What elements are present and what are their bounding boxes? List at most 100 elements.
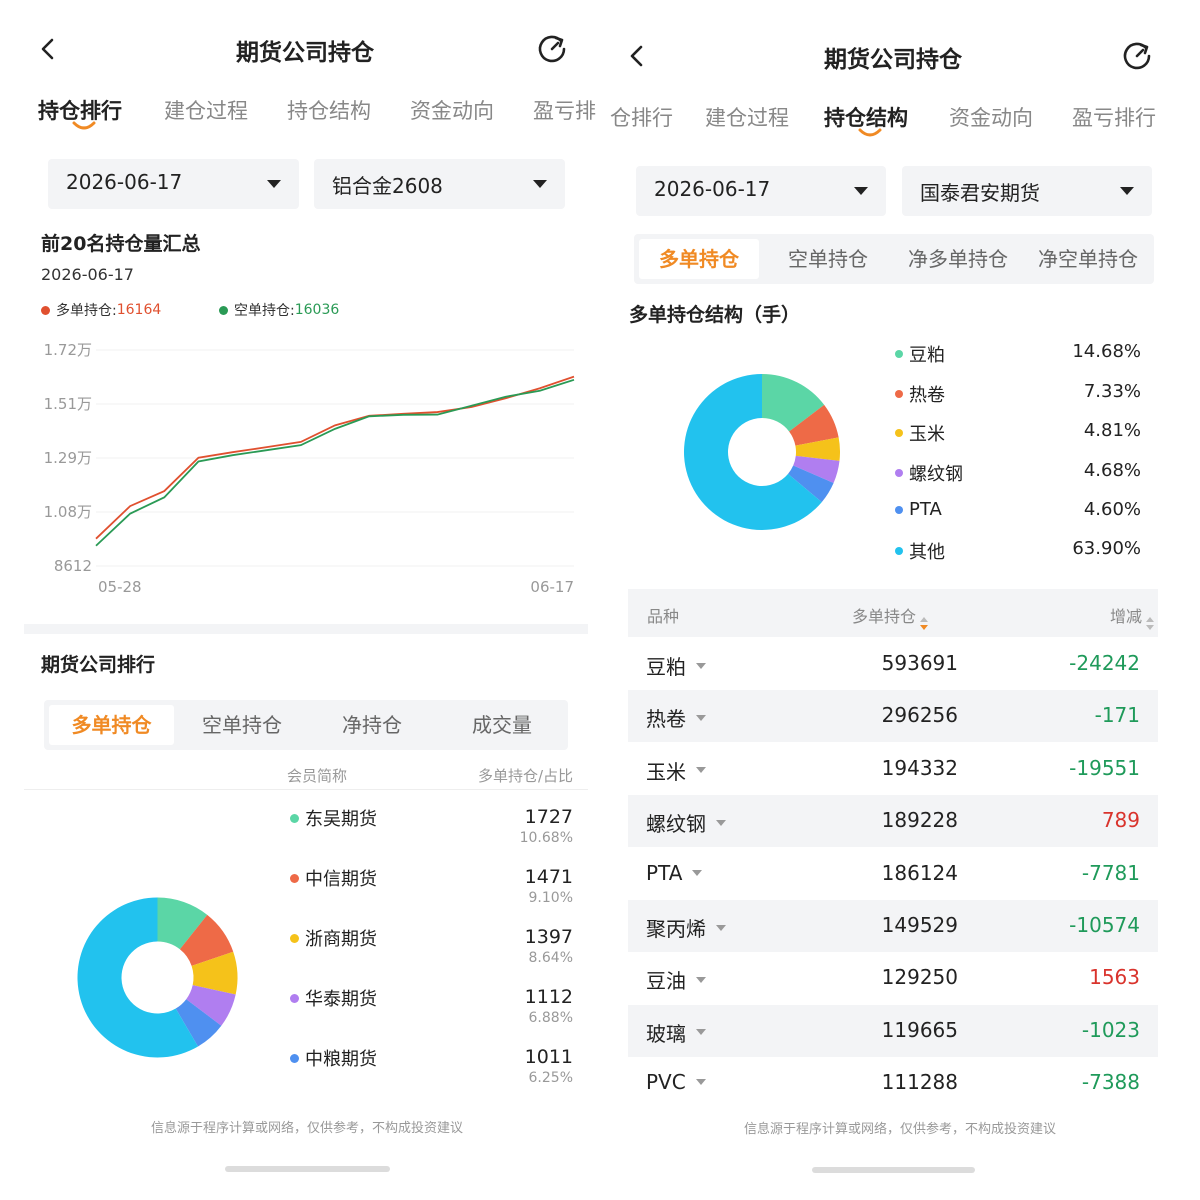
member-pct: 8.64%	[528, 950, 573, 966]
col-change-sort[interactable]: 增减	[1109, 603, 1154, 630]
table-row[interactable]: 聚丙烯 149529 -10574	[628, 900, 1158, 952]
list-item[interactable]: 华泰期货	[290, 985, 377, 1011]
variety-cell[interactable]: 豆粕	[646, 651, 706, 680]
table-row[interactable]: 豆油 129250 1563	[628, 952, 1158, 1004]
active-tab-indicator	[72, 121, 96, 130]
list-item[interactable]: 浙商期货	[290, 925, 377, 951]
home-indicator[interactable]	[812, 1167, 975, 1173]
variety-cell[interactable]: 热卷	[646, 703, 706, 732]
variety-name: 玉米	[646, 759, 686, 784]
home-indicator[interactable]	[225, 1166, 390, 1172]
legend-dot-icon	[895, 547, 903, 555]
page-title: 期货公司持仓	[824, 47, 962, 73]
seg-long[interactable]: 多单持仓	[49, 705, 174, 745]
refresh-icon[interactable]	[535, 32, 569, 66]
variety-cell[interactable]: 玉米	[646, 756, 706, 785]
col-variety: 品种	[647, 607, 680, 626]
expand-caret-icon[interactable]	[696, 1029, 706, 1036]
legend-short-label: 空单持仓:	[234, 303, 295, 319]
legend-item: 热卷	[895, 381, 945, 407]
chevron-down-icon	[1120, 187, 1134, 195]
contract-select-value: 铝合金2608	[332, 174, 443, 198]
expand-caret-icon[interactable]	[695, 1079, 706, 1086]
change-cell: -24242	[1069, 651, 1140, 675]
variety-cell[interactable]: PTA	[646, 860, 703, 885]
seg-net-long[interactable]: 净多单持仓	[894, 239, 1022, 279]
seg-short[interactable]: 空单持仓	[764, 239, 892, 279]
tab-build-process[interactable]: 建仓过程	[164, 95, 248, 125]
member-value: 1397	[524, 926, 573, 948]
date-select-value: 2026-06-17	[654, 177, 771, 201]
col-change-label: 增减	[1109, 607, 1142, 626]
date-select[interactable]: 2026-06-17	[636, 166, 886, 216]
tab-fund-flow[interactable]: 资金动向	[410, 95, 494, 125]
legend-label: 玉米	[909, 424, 945, 445]
list-item[interactable]: 中信期货	[290, 865, 377, 891]
long-position-cell: 129250	[881, 965, 958, 990]
variety-cell[interactable]: 豆油	[646, 965, 706, 994]
seg-net-short[interactable]: 净空单持仓	[1024, 239, 1152, 279]
expand-caret-icon[interactable]	[716, 924, 726, 931]
variety-cell[interactable]: 聚丙烯	[646, 913, 726, 942]
member-name: 中信期货	[305, 869, 377, 890]
tab-profit-ranking[interactable]: 盈亏排	[533, 95, 596, 125]
col-long-sort[interactable]: 多单持仓	[852, 603, 929, 630]
seg-long[interactable]: 多单持仓	[639, 239, 759, 279]
expand-caret-icon[interactable]	[696, 714, 706, 721]
table-row[interactable]: PTA 186124 -7781	[628, 848, 1158, 900]
change-cell: 789	[1101, 808, 1140, 833]
legend-dot-icon	[290, 813, 299, 823]
table-row[interactable]: 玉米 194332 -19551	[628, 743, 1158, 795]
member-name: 浙商期货	[305, 929, 377, 950]
col-long-ratio: 多单持仓/占比	[477, 767, 573, 785]
legend-pct: 14.68%	[1072, 341, 1141, 362]
legend-dot-icon	[895, 505, 903, 514]
variety-cell[interactable]: 玻璃	[646, 1018, 706, 1047]
tab-build-process[interactable]: 建仓过程	[705, 102, 789, 132]
chevron-down-icon	[854, 187, 868, 195]
long-position-cell: 186124	[881, 860, 958, 885]
tab-position-structure[interactable]: 持仓结构	[287, 95, 371, 125]
expand-caret-icon[interactable]	[692, 869, 703, 876]
seg-short[interactable]: 空单持仓	[178, 705, 306, 745]
expand-caret-icon[interactable]	[696, 767, 706, 774]
long-position-cell: 189228	[881, 808, 958, 833]
table-row[interactable]: PVC 111288 -7388	[628, 1057, 1158, 1109]
list-item[interactable]: 中粮期货	[290, 1045, 377, 1071]
tab-fund-flow[interactable]: 资金动向	[949, 102, 1033, 132]
member-pct: 6.25%	[528, 1070, 573, 1086]
table-row[interactable]: 玻璃 119665 -1023	[628, 1004, 1158, 1057]
date-select[interactable]: 2026-06-17	[48, 159, 299, 209]
date-select-value: 2026-06-17	[66, 170, 183, 194]
seg-volume[interactable]: 成交量	[438, 705, 566, 745]
variety-name: 豆油	[646, 969, 686, 994]
variety-cell[interactable]: PVC	[646, 1070, 706, 1094]
variety-name: 螺纹钢	[646, 812, 706, 837]
change-cell: -7388	[1081, 1070, 1140, 1095]
member-value: 1112	[524, 986, 573, 1008]
member-pct: 6.88%	[528, 1010, 573, 1026]
table-row[interactable]: 豆粕 593691 -24242	[628, 638, 1158, 690]
tab-profit-ranking[interactable]: 盈亏排行	[1072, 102, 1156, 132]
table-row[interactable]: 螺纹钢 189228 789	[628, 795, 1158, 848]
long-dot-icon	[41, 305, 50, 315]
list-item[interactable]: 东吴期货	[290, 805, 377, 831]
legend-item: 螺纹钢	[895, 460, 963, 486]
seg-net[interactable]: 净持仓	[308, 705, 436, 745]
variety-cell[interactable]: 螺纹钢	[646, 808, 726, 837]
variety-name: PTA	[646, 860, 683, 885]
sort-icon	[920, 617, 929, 631]
company-select[interactable]: 国泰君安期货	[902, 166, 1152, 216]
col-member: 会员简称	[287, 767, 348, 785]
expand-caret-icon[interactable]	[696, 662, 706, 669]
contract-select[interactable]: 铝合金2608	[314, 159, 565, 209]
x-tick-label: 06-17	[530, 578, 574, 596]
left-screen: 期货公司持仓 持仓排行 建仓过程 持仓结构 资金动向 盈亏排 2026-06-1…	[0, 0, 600, 1200]
table-row[interactable]: 热卷 296256 -171	[628, 690, 1158, 743]
x-tick-label: 05-28	[98, 578, 142, 596]
expand-caret-icon[interactable]	[696, 976, 706, 983]
expand-caret-icon[interactable]	[716, 819, 726, 826]
chevron-down-icon	[267, 180, 281, 188]
tab-position-ranking[interactable]: 仓排行	[610, 102, 673, 132]
refresh-icon[interactable]	[1120, 39, 1154, 73]
